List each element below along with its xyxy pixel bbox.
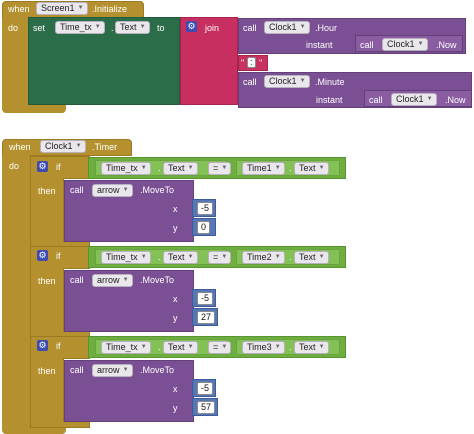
then-label: then — [38, 186, 56, 196]
x-number-field[interactable]: -5 — [197, 202, 214, 215]
if-label: if — [56, 251, 61, 261]
event-name: .Initialize — [92, 4, 128, 14]
do-label: do — [8, 23, 19, 33]
event-body-side — [2, 155, 30, 430]
target-property-dropdown[interactable]: Text ▼ — [115, 21, 150, 34]
sprite-dropdown[interactable]: arrow ▼ — [92, 364, 133, 377]
y-label: y — [173, 403, 178, 413]
lhs-property-dropdown[interactable]: Text ▼ — [163, 341, 198, 354]
call-label: call — [369, 95, 383, 105]
y-number-field[interactable]: 57 — [197, 401, 216, 414]
rhs-property-dropdown[interactable]: Text ▼ — [294, 341, 329, 354]
call-label: call — [243, 23, 257, 33]
component-dropdown[interactable]: Screen1 ▼ — [36, 2, 88, 15]
moveto-method: .MoveTo — [140, 365, 175, 375]
y-number-field[interactable]: 0 — [197, 221, 211, 234]
clock-dropdown[interactable]: Clock1 ▼ — [382, 38, 428, 51]
mutator-gear-icon[interactable]: ⚙ — [186, 21, 197, 32]
if-label: if — [56, 341, 61, 351]
x-label: x — [173, 384, 178, 394]
lhs-property-dropdown[interactable]: Text ▼ — [163, 251, 198, 264]
then-label: then — [38, 366, 56, 376]
set-label: set — [33, 23, 46, 33]
y-number-field[interactable]: 27 — [197, 311, 216, 324]
y-label: y — [173, 223, 178, 233]
mutator-gear-icon[interactable]: ⚙ — [37, 250, 48, 261]
sprite-dropdown[interactable]: arrow ▼ — [92, 184, 133, 197]
when-label: when — [9, 142, 31, 152]
join-label: join — [205, 23, 220, 33]
rhs-component-dropdown[interactable]: Time1 ▼ — [242, 162, 285, 175]
mutator-gear-icon[interactable]: ⚙ — [37, 161, 48, 172]
clock-dropdown[interactable]: Clock1 ▼ — [264, 21, 310, 34]
moveto-method: .MoveTo — [140, 275, 175, 285]
lhs-component-dropdown[interactable]: Time_tx ▼ — [101, 162, 151, 175]
x-number-field[interactable]: -5 — [197, 292, 214, 305]
rhs-component-dropdown[interactable]: Time3 ▼ — [242, 341, 285, 354]
call-label: call — [70, 185, 84, 195]
call-label: call — [360, 40, 374, 50]
instant-label: instant — [306, 40, 333, 50]
clock-dropdown[interactable]: Clock1 ▼ — [264, 75, 310, 88]
separator-text-field[interactable]: : — [247, 57, 256, 68]
target-component-dropdown[interactable]: Time_tx ▼ — [55, 21, 105, 34]
event-name: .Timer — [92, 142, 118, 152]
mutator-gear-icon[interactable]: ⚙ — [37, 340, 48, 351]
to-label: to — [157, 23, 165, 33]
instant-label: instant — [316, 95, 343, 105]
lhs-component-dropdown[interactable]: Time_tx ▼ — [101, 251, 151, 264]
y-label: y — [173, 313, 178, 323]
clock-dropdown[interactable]: Clock1 ▼ — [391, 93, 437, 106]
lhs-property-dropdown[interactable]: Text ▼ — [163, 162, 198, 175]
lhs-component-dropdown[interactable]: Time_tx ▼ — [101, 341, 151, 354]
call-label: call — [70, 365, 84, 375]
x-number-field[interactable]: -5 — [197, 382, 214, 395]
do-label: do — [9, 161, 20, 171]
operator-dropdown[interactable]: = ▼ — [208, 162, 232, 175]
x-label: x — [173, 294, 178, 304]
rhs-property-dropdown[interactable]: Text ▼ — [294, 162, 329, 175]
now-method: .Now — [445, 95, 466, 105]
rhs-property-dropdown[interactable]: Text ▼ — [294, 251, 329, 264]
minute-method: .Minute — [315, 77, 345, 87]
operator-dropdown[interactable]: = ▼ — [208, 251, 232, 264]
component-dropdown[interactable]: Clock1 ▼ — [40, 140, 86, 153]
call-label: call — [243, 77, 257, 87]
if-label: if — [56, 162, 61, 172]
moveto-method: .MoveTo — [140, 185, 175, 195]
sprite-dropdown[interactable]: arrow ▼ — [92, 274, 133, 287]
when-label: when — [8, 4, 30, 14]
hour-method: .Hour — [315, 23, 338, 33]
now-method: .Now — [436, 40, 457, 50]
event-footer — [2, 105, 66, 113]
operator-dropdown[interactable]: = ▼ — [208, 341, 232, 354]
call-label: call — [70, 275, 84, 285]
then-label: then — [38, 276, 56, 286]
x-label: x — [173, 204, 178, 214]
rhs-component-dropdown[interactable]: Time2 ▼ — [242, 251, 285, 264]
